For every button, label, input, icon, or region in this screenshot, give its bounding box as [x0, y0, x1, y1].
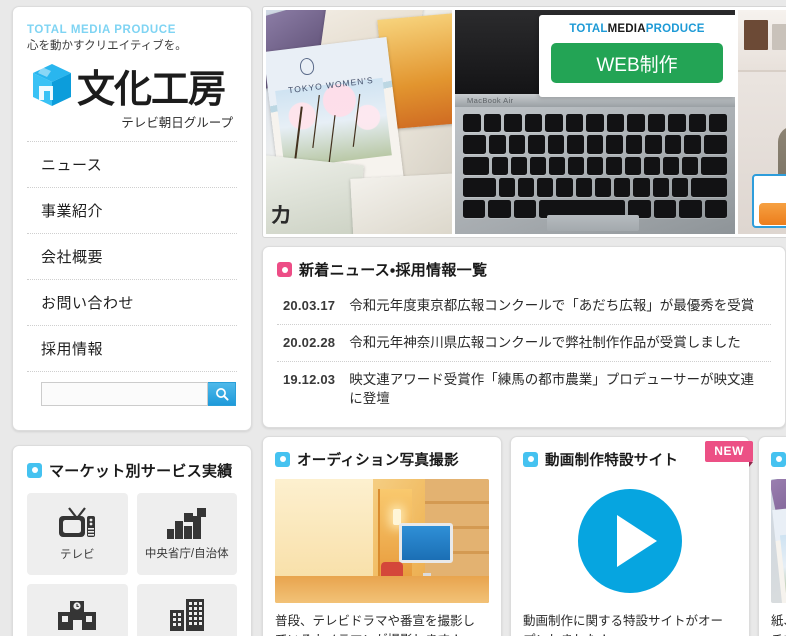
- sidebar-item-news[interactable]: ニュース: [27, 142, 237, 188]
- market-services-panel: マーケット別サービス実績 テレビ 中央省庁/自治体: [12, 444, 252, 636]
- government-chart-icon: [166, 507, 206, 539]
- news-heading: 新着ニュース・採用情報一覧: [277, 259, 771, 280]
- sidebar: TOTAL MEDIA PRODUCE 心を動かすクリエイティブを。 文化工房 …: [12, 6, 252, 636]
- site-logo[interactable]: 文化工房: [27, 62, 237, 108]
- main-content: TOKYO WOMEN'S カ MacBook Air TOTALMEDIAPR…: [262, 6, 786, 636]
- promo-title: TOTALMEDIAPRODUCE: [549, 23, 725, 35]
- bookshelf: [738, 10, 786, 72]
- card-title-label: オーディション写真撮影: [297, 452, 459, 469]
- card-heading: 学: [771, 449, 786, 470]
- card-title-label: 動画制作特設サイト: [545, 452, 679, 469]
- web-production-button[interactable]: WEB制作: [551, 43, 723, 83]
- market-heading: マーケット別サービス実績: [27, 460, 237, 481]
- market-tile-government[interactable]: 中央省庁/自治体: [136, 492, 237, 575]
- news-date: 20.02.28: [283, 334, 336, 350]
- card-description: 普段、テレビドラマや番宣を撮影し ているカメラマンが撮影します！: [275, 613, 476, 636]
- office-buildings-icon: [169, 598, 204, 631]
- market-tile-label: 中央省庁/自治体: [144, 547, 229, 560]
- bullet-icon: [523, 451, 538, 467]
- shelf-item: [744, 20, 768, 50]
- market-tile-label: テレビ: [60, 548, 95, 561]
- bullet-icon: [27, 462, 42, 478]
- logo-subtitle: テレビ朝日グループ: [121, 115, 233, 130]
- promo-title-part2: MEDIA: [607, 23, 646, 35]
- feature-card-audition[interactable]: オーディション写真撮影 普段、テレビドラマや番宣を撮影し ているカメラマンが撮影…: [262, 435, 502, 636]
- shelf-item: [772, 24, 786, 50]
- news-panel: 新着ニュース・採用情報一覧 20.03.17 令和元年度東京都広報コンクールで「…: [262, 246, 786, 428]
- news-date: 19.12.03: [283, 371, 336, 387]
- bullet-icon: [277, 262, 292, 277]
- news-title: 令和元年神奈川県広報コンクールで弊社制作作品が受賞しました: [349, 334, 741, 350]
- news-row[interactable]: 19.12.03 映文連アワード受賞作「練馬の都市農業」プロデューサーが映文連 …: [277, 362, 771, 417]
- blue-cube-icon: [29, 62, 75, 108]
- bullet-icon: [275, 451, 290, 467]
- news-row[interactable]: 20.03.17 令和元年度東京都広報コンクールで「あだち広報」が最優秀を受賞: [277, 288, 771, 325]
- web-production-promo: TOTALMEDIAPRODUCE WEB制作: [539, 15, 735, 97]
- news-date: 20.03.17: [283, 298, 336, 313]
- market-tile-school[interactable]: 学校法人: [27, 583, 128, 636]
- play-button-icon[interactable]: [578, 488, 682, 593]
- hero-slide-recruit[interactable]: 〜 マイ: [738, 10, 786, 234]
- feature-card-school[interactable]: 学 紙、映 チで最: [758, 435, 786, 636]
- audition-studio-photo: [275, 478, 489, 603]
- logo-panel: TOTAL MEDIA PRODUCE 心を動かすクリエイティブを。 文化工房 …: [12, 6, 252, 431]
- search-button[interactable]: [208, 381, 236, 406]
- search-bar: [27, 372, 237, 420]
- laptop-model-label: MacBook Air: [467, 96, 514, 105]
- feature-cards: オーディション写真撮影 普段、テレビドラマや番宣を撮影し ているカメラマンが撮影…: [262, 435, 786, 636]
- sidebar-item-company[interactable]: 会社概要: [27, 234, 237, 280]
- news-heading-label: 新着ニュース・採用情報一覧: [299, 262, 488, 279]
- card-heading: オーディション写真撮影: [275, 449, 489, 470]
- brand-tagline: 心を動かすクリエイティブを。: [27, 40, 187, 53]
- laptop-trackpad: [547, 215, 639, 231]
- hero-slide-brochures[interactable]: TOKYO WOMEN'S カ: [266, 10, 452, 234]
- market-heading-label: マーケット別サービス実績: [49, 462, 233, 480]
- sidebar-item-business[interactable]: 事業紹介: [27, 188, 237, 234]
- brand-en: TOTAL MEDIA PRODUCE: [27, 24, 176, 36]
- brochure: [350, 173, 452, 234]
- search-input[interactable]: [41, 381, 208, 406]
- feature-card-video[interactable]: NEW 動画制作特設サイト 動画制作に関する特設サイトがオー プンしました！: [510, 435, 753, 636]
- news-row[interactable]: 20.02.28 令和元年神奈川県広報コンクールで弊社制作作品が受賞しました: [277, 325, 771, 362]
- search-icon: [215, 387, 229, 401]
- television-icon: [59, 506, 96, 537]
- page-root: TOTAL MEDIA PRODUCE 心を動かすクリエイティブを。 文化工房 …: [0, 0, 786, 636]
- news-title: 映文連アワード受賞作「練馬の都市農業」プロデューサーが映文連 に登壇: [349, 371, 754, 407]
- promo-title-part1: TOTAL: [569, 23, 608, 35]
- mypage-button[interactable]: マイ: [759, 203, 786, 225]
- logo-wordmark: 文化工房: [77, 66, 226, 111]
- card-description: 動画制作に関する特設サイトがオー プンしました！: [523, 613, 724, 636]
- market-tile-corporate[interactable]: 一般企業他: [136, 583, 237, 636]
- hero-carousel: TOKYO WOMEN'S カ MacBook Air TOTALMEDIAPR…: [262, 6, 786, 238]
- hero-slide-web-production[interactable]: MacBook Air TOTALMEDIAPRODUCE WEB制作: [455, 10, 735, 234]
- news-title: 令和元年度東京都広報コンクールで「あだち広報」が最優秀を受賞: [349, 298, 755, 313]
- news-list: 20.03.17 令和元年度東京都広報コンクールで「あだち広報」が最優秀を受賞 …: [277, 288, 771, 417]
- video-media: [523, 478, 737, 603]
- card-description: 紙、映 チで最: [771, 613, 786, 636]
- school-building-icon: [58, 600, 97, 630]
- market-tile-tv[interactable]: テレビ: [27, 492, 128, 575]
- sidebar-item-contact[interactable]: お問い合わせ: [27, 280, 237, 326]
- bullet-icon: [771, 451, 786, 467]
- cta-wave-text: 〜: [759, 180, 786, 200]
- market-tiles: テレビ 中央省庁/自治体: [27, 492, 237, 636]
- promo-title-part3: PRODUCE: [645, 23, 705, 35]
- printed-materials-photo: [771, 478, 786, 603]
- main-nav: ニュース 事業紹介 会社概要 お問い合わせ 採用情報: [27, 140, 237, 372]
- recruit-cta-card: 〜 マイ: [752, 174, 786, 228]
- laptop-keyboard: [463, 114, 727, 218]
- sidebar-item-recruit[interactable]: 採用情報: [27, 326, 237, 372]
- hero-caption-kanji: カ: [270, 203, 293, 228]
- new-badge: NEW: [705, 440, 753, 467]
